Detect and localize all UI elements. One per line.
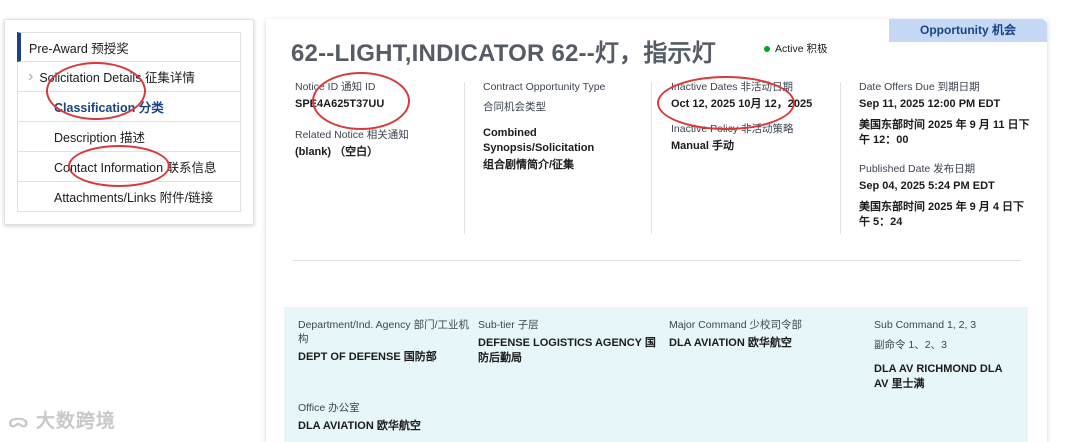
office-value: DLA AVIATION 欧华航空: [298, 420, 421, 433]
contract-type-column: Contract Opportunity Type 合同机会类型 Combine…: [483, 80, 633, 173]
nav-item-label: Pre-Award 预授奖: [29, 41, 129, 56]
published-date-label: Published Date 发布日期: [859, 162, 976, 175]
dates-column: Date Offers Due 到期日期 Sep 11, 2025 12:00 …: [859, 80, 1031, 229]
sub-command-field: Sub Command 1, 2, 3 副命令 1、2、3 DLA AV RIC…: [874, 318, 1019, 392]
major-command-label: Major Command 少校司令部: [669, 319, 803, 331]
status-label: Active 积极: [775, 43, 828, 55]
office-field: Office 办公室 DLA AVIATION 欧华航空: [298, 401, 498, 434]
chevron-right-icon: ›: [28, 67, 34, 85]
department-value: DEPT OF DEFENSE 国防部: [298, 351, 437, 364]
nav-item-solicitation-details[interactable]: › Solicitation Details 征集详情: [17, 62, 241, 92]
department-label: Department/Ind. Agency 部门/工业机构: [298, 319, 469, 346]
related-notice-value: (blank) （空白）: [295, 146, 379, 159]
nav-item-pre-award[interactable]: Pre-Award 预授奖: [17, 32, 241, 62]
inactive-column: Inactive Dates 非活动日期 Oct 12, 2025 10月 12…: [671, 80, 821, 154]
subtier-field: Sub-tier 子层 DEFENSE LOGISTICS AGENCY 国防后…: [478, 318, 658, 366]
nav-item-description[interactable]: Description 描述: [17, 122, 241, 152]
notice-column: Notice ID 通知 ID SPE4A625T37UU Related No…: [295, 80, 453, 160]
contract-type-label-cn: 合同机会类型: [483, 101, 546, 114]
agency-section: Department/Ind. Agency 部门/工业机构 DEPT OF D…: [284, 307, 1028, 442]
inactive-policy-value: Manual 手动: [671, 140, 734, 153]
notice-id-value: SPE4A625T37UU: [295, 98, 385, 111]
office-label: Office 办公室: [298, 402, 360, 414]
department-field: Department/Ind. Agency 部门/工业机构 DEPT OF D…: [298, 318, 478, 365]
contract-type-value: Combined Synopsis/Solicitation: [483, 127, 595, 155]
side-navigation: Pre-Award 预授奖 › Solicitation Details 征集详…: [4, 19, 254, 225]
sub-command-label-cn: 副命令 1、2、3: [874, 339, 947, 352]
date-offers-due-value-cn: 美国东部时间 2025 年 9 月 11 日下午 12：00: [859, 119, 1030, 146]
nav-item-label: Description 描述: [54, 131, 145, 145]
published-date-value: Sep 04, 2025 5:24 PM EDT: [859, 179, 995, 192]
inactive-policy-label: Inactive Policy 非活动策略: [671, 123, 794, 136]
status-indicator: Active 积极: [764, 41, 828, 56]
nav-item-attachments-links[interactable]: Attachments/Links 附件/链接: [17, 182, 241, 212]
section-divider: [292, 260, 1021, 261]
sub-command-label: Sub Command 1, 2, 3: [874, 319, 977, 331]
inactive-dates-value: Oct 12, 2025 10月 12，2025: [671, 98, 813, 111]
subtier-value: DEFENSE LOGISTICS AGENCY 国防后勤局: [478, 337, 656, 365]
major-command-field: Major Command 少校司令部 DLA AVIATION 欧华航空: [669, 318, 849, 351]
column-divider: [651, 82, 652, 234]
nav-item-classification[interactable]: Classification 分类: [17, 92, 241, 122]
column-divider: [464, 82, 465, 234]
related-notice-label: Related Notice 相关通知: [295, 129, 409, 142]
notice-id-label: Notice ID 通知 ID: [295, 81, 376, 93]
nav-item-label: Attachments/Links 附件/链接: [54, 191, 214, 205]
nav-item-contact-information[interactable]: Contact Information 联系信息: [17, 152, 241, 182]
infinity-icon: ᯅ: [8, 411, 36, 432]
nav-item-label: Contact Information 联系信息: [54, 161, 217, 175]
subtier-label: Sub-tier 子层: [478, 319, 539, 331]
watermark-text: 大数跨境: [35, 411, 116, 432]
column-divider: [840, 82, 841, 234]
date-offers-due-value: Sep 11, 2025 12:00 PM EDT: [859, 98, 1001, 111]
major-command-value: DLA AVIATION 欧华航空: [669, 337, 792, 350]
opportunity-badge: Opportunity 机会: [889, 19, 1047, 42]
contract-type-label: Contract Opportunity Type: [483, 81, 606, 93]
contract-type-value-cn: 组合剧情简介/征集: [483, 159, 575, 172]
nav-item-label: Classification 分类: [54, 101, 164, 115]
nav-item-label: Solicitation Details 征集详情: [39, 71, 195, 85]
active-dot-icon: [764, 46, 770, 53]
page-title: 62--LIGHT,INDICATOR 62--灯，指示灯: [291, 40, 716, 67]
sub-command-value: DLA AV RICHMOND DLA AV 里士满: [874, 363, 1003, 391]
date-offers-due-label: Date Offers Due 到期日期: [859, 81, 980, 93]
watermark-logo: ᯅ 大数跨境: [8, 406, 116, 433]
inactive-dates-label: Inactive Dates 非活动日期: [671, 81, 793, 93]
published-date-value-cn: 美国东部时间 2025 年 9 月 4 日下午 5：24: [859, 200, 1025, 228]
